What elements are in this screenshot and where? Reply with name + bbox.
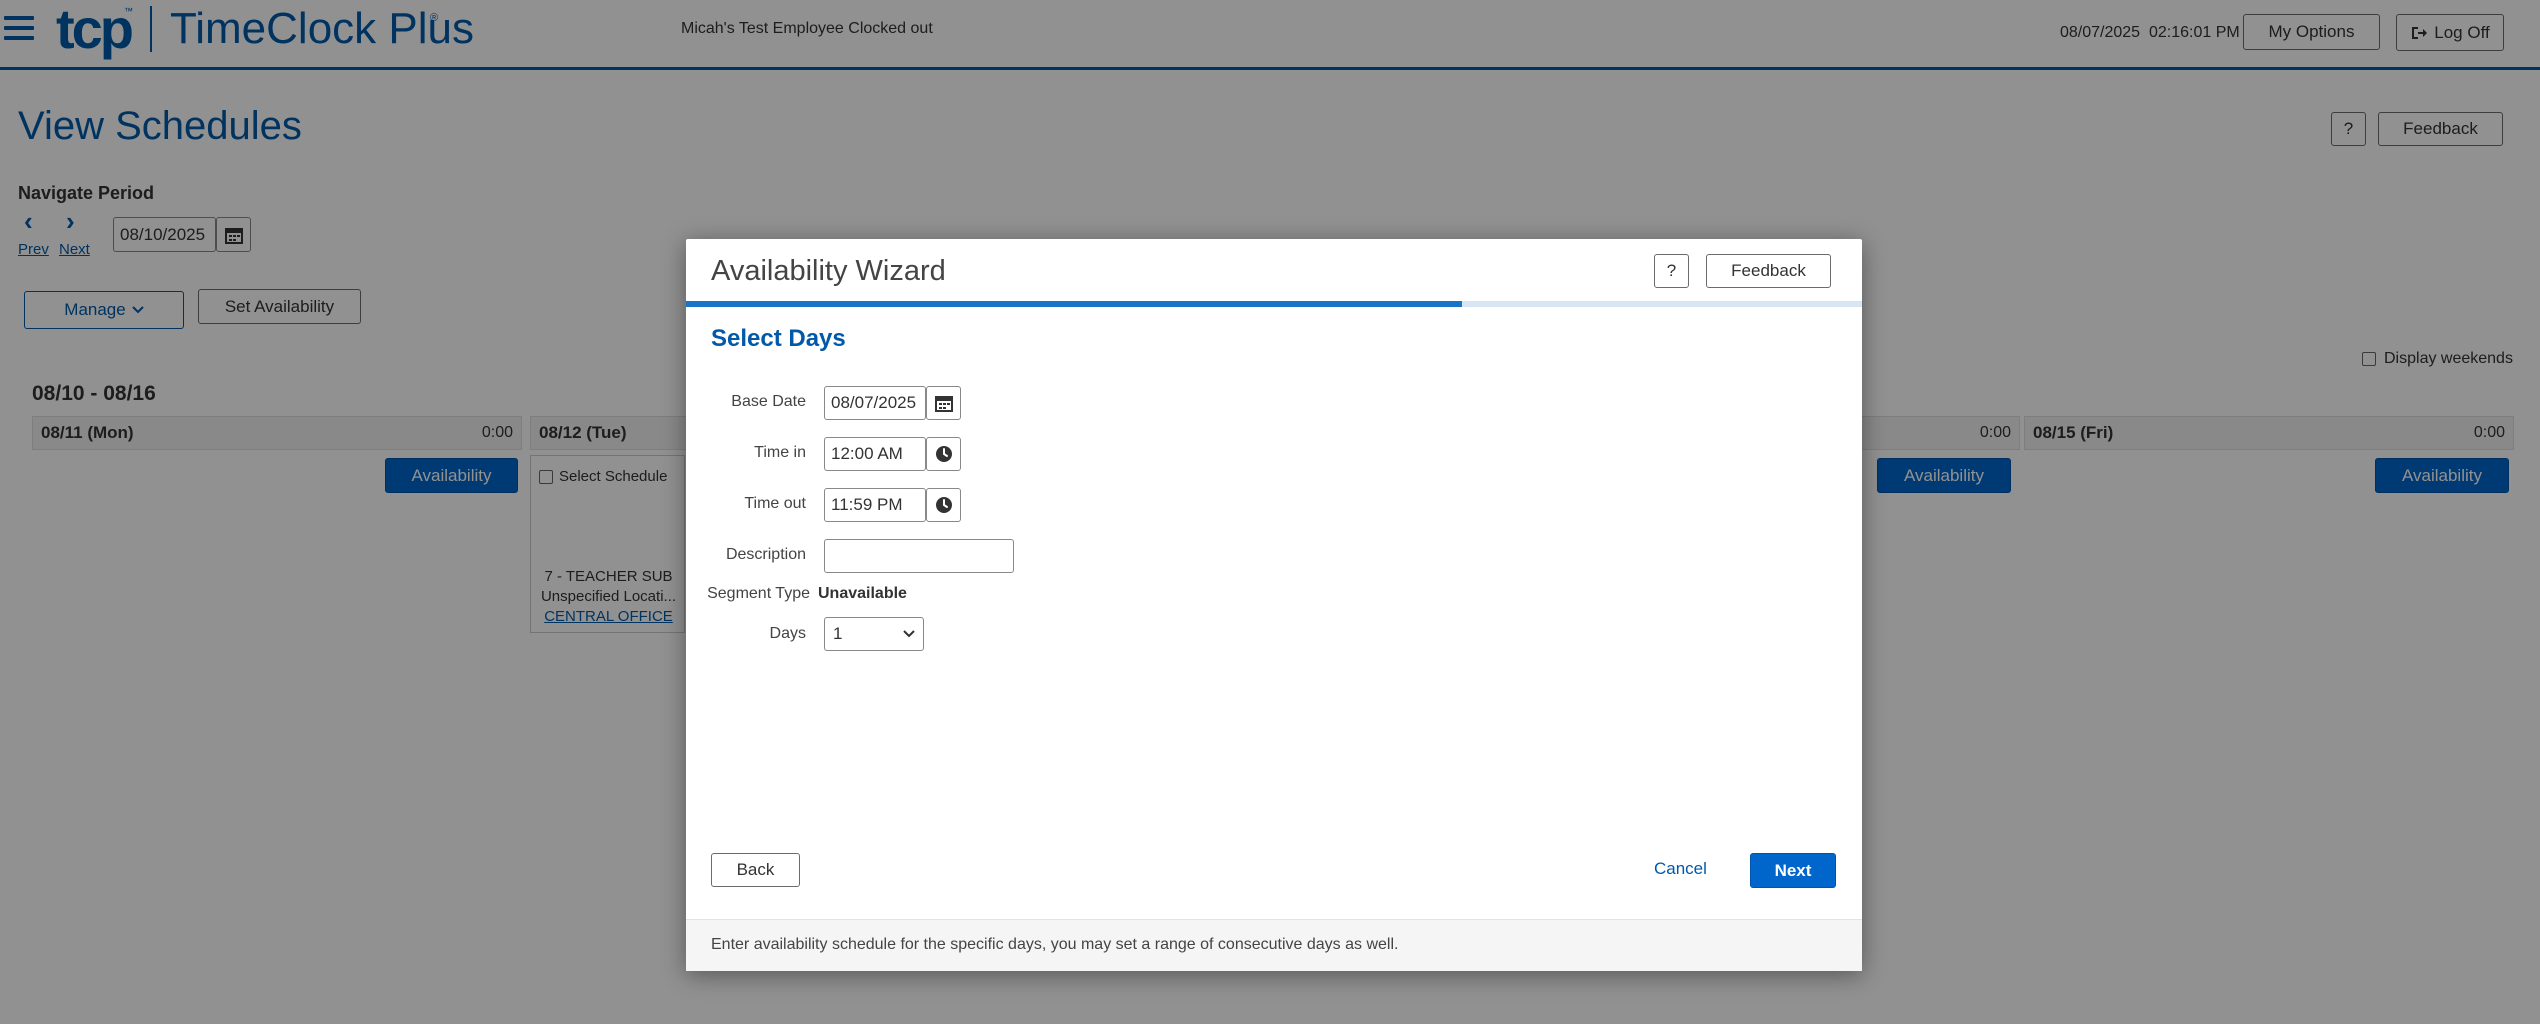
cancel-link[interactable]: Cancel bbox=[1654, 859, 1707, 879]
chevron-down-icon bbox=[903, 630, 915, 638]
time-in-clock-button[interactable] bbox=[926, 437, 961, 471]
time-in-input[interactable]: 12:00 AM bbox=[824, 437, 926, 471]
description-input[interactable] bbox=[824, 539, 1014, 573]
segment-type-label: Segment Type bbox=[707, 585, 810, 602]
modal-title: Availability Wizard bbox=[711, 255, 946, 287]
time-out-input[interactable]: 11:59 PM bbox=[824, 488, 926, 522]
availability-wizard-modal: Availability Wizard ? Feedback Select Da… bbox=[686, 239, 1862, 971]
calendar-icon bbox=[934, 396, 953, 412]
modal-feedback-button[interactable]: Feedback bbox=[1706, 254, 1831, 288]
base-date-label: Base Date bbox=[731, 393, 806, 410]
days-selected-value: 1 bbox=[833, 624, 843, 643]
time-out-clock-button[interactable] bbox=[926, 488, 961, 522]
days-label: Days bbox=[769, 625, 806, 642]
base-date-calendar-button[interactable] bbox=[926, 386, 961, 420]
clock-icon bbox=[935, 446, 952, 462]
section-title: Select Days bbox=[711, 325, 846, 352]
wizard-progress-fill bbox=[686, 301, 1463, 307]
back-button[interactable]: Back bbox=[711, 853, 800, 887]
modal-footer: Enter availability schedule for the spec… bbox=[686, 919, 1862, 971]
modal-help-button[interactable]: ? bbox=[1654, 254, 1689, 288]
days-select[interactable]: 1 bbox=[824, 617, 924, 651]
segment-type-value: Unavailable bbox=[818, 585, 907, 602]
description-label: Description bbox=[725, 546, 806, 563]
footer-hint: Enter availability schedule for the spec… bbox=[711, 936, 1399, 953]
time-out-label: Time out bbox=[744, 495, 806, 512]
base-date-input[interactable]: 08/07/2025 bbox=[824, 386, 926, 420]
next-button[interactable]: Next bbox=[1750, 853, 1836, 888]
time-in-label: Time in bbox=[754, 444, 806, 461]
clock-icon bbox=[935, 497, 952, 513]
wizard-progress-bar bbox=[686, 301, 1862, 307]
